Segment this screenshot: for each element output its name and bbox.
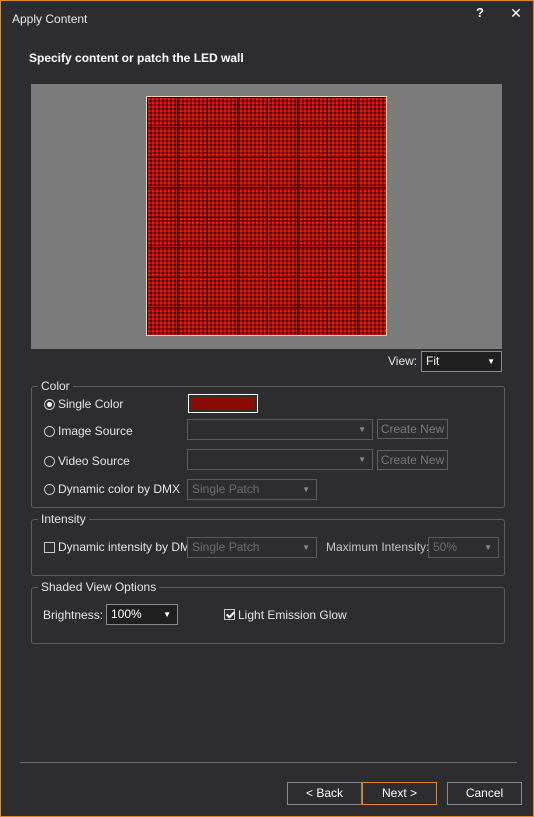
dynamic-intensity-label[interactable]: Dynamic intensity by DMX — [58, 540, 198, 554]
brightness-select[interactable]: 100% ▼ — [106, 604, 178, 625]
light-emission-glow-label[interactable]: Light Emission Glow — [238, 608, 347, 622]
dynamic-color-patch-value: Single Patch — [192, 482, 260, 496]
footer-divider — [20, 762, 517, 763]
single-color-radio[interactable] — [44, 399, 55, 410]
max-intensity-value: 50% — [433, 540, 458, 554]
light-emission-glow-checkbox[interactable] — [224, 609, 235, 620]
dynamic-color-radio[interactable] — [44, 484, 55, 495]
single-color-label[interactable]: Single Color — [58, 397, 123, 411]
video-source-select[interactable]: ▼ — [187, 449, 373, 470]
color-group-label: Color — [38, 379, 73, 393]
video-source-radio[interactable] — [44, 456, 55, 467]
page-subtitle: Specify content or patch the LED wall — [29, 51, 244, 65]
chevron-down-icon: ▼ — [358, 425, 366, 434]
next-button[interactable]: Next > — [362, 782, 437, 805]
image-source-radio[interactable] — [44, 426, 55, 437]
color-swatch — [191, 397, 255, 410]
title-bar: Apply Content ? ✕ — [1, 1, 533, 32]
close-icon[interactable]: ✕ — [507, 5, 525, 23]
video-source-label[interactable]: Video Source — [58, 454, 130, 468]
view-select-value: Fit — [426, 354, 440, 368]
dynamic-color-patch-select[interactable]: Single Patch ▼ — [187, 479, 317, 500]
dynamic-intensity-patch-select[interactable]: Single Patch ▼ — [187, 537, 317, 558]
brightness-value: 100% — [111, 607, 142, 621]
chevron-down-icon: ▼ — [484, 543, 492, 552]
chevron-down-icon: ▼ — [302, 485, 310, 494]
cancel-button[interactable]: Cancel — [447, 782, 522, 805]
led-wall-preview[interactable] — [31, 84, 502, 349]
chevron-down-icon: ▼ — [163, 610, 171, 619]
intensity-group-label: Intensity — [38, 512, 89, 526]
max-intensity-label: Maximum Intensity: — [326, 540, 430, 554]
apply-content-dialog: Apply Content ? ✕ Specify content or pat… — [0, 0, 534, 817]
chevron-down-icon: ▼ — [358, 455, 366, 464]
chevron-down-icon: ▼ — [302, 543, 310, 552]
view-select[interactable]: Fit ▼ — [421, 351, 502, 372]
video-create-new-button[interactable]: Create New — [377, 450, 448, 470]
chevron-down-icon: ▼ — [487, 357, 495, 366]
led-wall-panel — [146, 96, 387, 336]
shaded-view-group-label: Shaded View Options — [38, 580, 160, 594]
image-source-select[interactable]: ▼ — [187, 419, 373, 440]
back-button[interactable]: < Back — [287, 782, 362, 805]
dynamic-intensity-checkbox[interactable] — [44, 542, 55, 553]
image-create-new-button[interactable]: Create New — [377, 419, 448, 439]
image-source-label[interactable]: Image Source — [58, 424, 133, 438]
max-intensity-select[interactable]: 50% ▼ — [428, 537, 499, 558]
dynamic-intensity-patch-value: Single Patch — [192, 540, 260, 554]
window-title: Apply Content — [12, 12, 88, 26]
view-label: View: — [388, 354, 418, 368]
color-swatch-button[interactable] — [188, 394, 258, 413]
brightness-label: Brightness: — [43, 608, 104, 622]
dynamic-color-label[interactable]: Dynamic color by DMX — [58, 482, 180, 496]
help-icon[interactable]: ? — [471, 5, 489, 23]
